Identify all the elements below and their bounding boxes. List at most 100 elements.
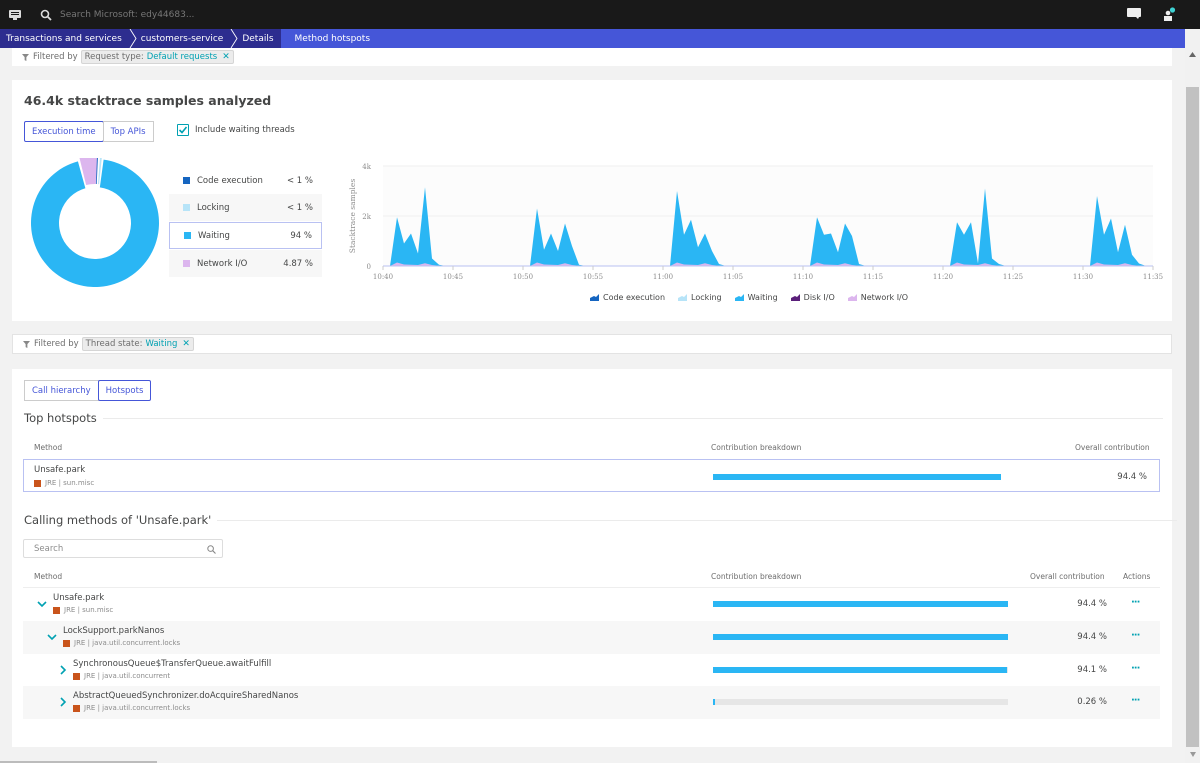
breadcrumb-item-service[interactable]: customers-service (135, 29, 238, 48)
legend-item-network-i-o[interactable]: Network I/O (847, 293, 908, 302)
filter-key: Thread state: (85, 339, 143, 349)
filter-icon (23, 340, 30, 348)
breakdown-label: Code execution (197, 175, 263, 186)
chevron-down-icon[interactable] (47, 632, 57, 642)
overall-contribution: 0.26 % (1077, 697, 1107, 707)
breadcrumb-item-method-hotspots: Method hotspots (280, 29, 1185, 48)
scrollbar-thumb[interactable] (1186, 87, 1199, 747)
col-overall: Overall contribution (1075, 443, 1150, 452)
x-tick-label: 11:35 (1143, 273, 1163, 281)
scroll-down-icon[interactable] (1190, 752, 1196, 757)
breadcrumb: Transactions and services customers-serv… (0, 29, 1185, 48)
legend-label: Code execution (603, 293, 666, 302)
include-waiting-checkbox[interactable] (177, 124, 189, 136)
calling-methods-search[interactable] (23, 539, 223, 558)
col-method: Method (34, 443, 63, 452)
row-actions-menu[interactable]: ··· (1131, 695, 1140, 706)
filter-key: Request type: (84, 52, 144, 62)
breakdown-row-code-execution[interactable]: Code execution < 1 % (169, 167, 322, 194)
method-package: JRE | sun.misc (45, 479, 95, 487)
contribution-bar (713, 601, 1008, 607)
method-name: Unsafe.park (34, 465, 86, 475)
col-method: Method (34, 572, 63, 581)
menu-icon[interactable] (9, 9, 21, 20)
calling-row[interactable]: LockSupport.parkNanos JRE | java.util.co… (23, 621, 1160, 654)
col-breakdown: Contribution breakdown (711, 572, 802, 581)
y-tick-label: 2k (362, 213, 371, 221)
breakdown-row-waiting[interactable]: Waiting 94 % (169, 222, 322, 249)
x-tick-label: 11:00 (653, 273, 673, 281)
breakdown-pct: 94 % (290, 230, 312, 241)
tab-call-hierarchy[interactable]: Call hierarchy (24, 380, 99, 401)
filter-value: Default requests (146, 52, 218, 62)
top-hotspot-row[interactable]: Unsafe.park JRE | sun.misc 94.4 % (23, 459, 1160, 492)
breakdown-row-network-io[interactable]: Network I/O 4.87 % (169, 250, 322, 277)
contribution-bar (713, 474, 1001, 480)
scroll-up-icon[interactable] (1189, 52, 1196, 57)
top-bar: Search Microsoft: edy44683... (0, 0, 1200, 29)
filter-prefix: Filtered by (34, 339, 79, 349)
filter-chip-request-type[interactable]: Request type: Default requests ✕ (80, 50, 234, 64)
divider (102, 417, 1163, 419)
breakdown-pct: < 1 % (286, 202, 313, 213)
method-name: Unsafe.park (53, 593, 105, 603)
row-actions-menu[interactable]: ··· (1131, 597, 1140, 608)
x-tick-label: 11:30 (1073, 273, 1093, 281)
filter-chip-thread-state[interactable]: Thread state: Waiting ✕ (81, 337, 194, 351)
method-package: JRE | java.util.concurrent (84, 672, 171, 680)
legend-swatch (183, 204, 190, 211)
section-title-text: Top hotspots (24, 411, 97, 425)
contribution-bar-fill (713, 634, 1008, 640)
breadcrumb-item-details[interactable]: Details (236, 29, 289, 48)
method-name: LockSupport.parkNanos (63, 626, 165, 636)
x-tick-label: 10:55 (583, 273, 603, 281)
area-legend-icon (734, 294, 744, 301)
search-icon (207, 545, 216, 554)
chevron-down-icon[interactable] (37, 599, 47, 609)
breakdown-pct: < 1 % (286, 175, 313, 186)
filter-prefix: Filtered by (33, 52, 78, 62)
global-search-input[interactable]: Search Microsoft: edy44683... (60, 10, 194, 20)
breakdown-pct: 4.87 % (283, 258, 313, 269)
breakdown-row-locking[interactable]: Locking < 1 % (169, 194, 322, 221)
calling-row[interactable]: AbstractQueuedSynchronizer.doAcquireShar… (23, 686, 1160, 719)
x-tick-label: 10:50 (513, 273, 533, 281)
include-waiting-label: Include waiting threads (195, 125, 295, 135)
toggle-execution-time[interactable]: Execution time (24, 121, 104, 142)
chevron-right-icon[interactable] (58, 697, 68, 707)
overall-contribution: 94.4 % (1117, 472, 1147, 482)
legend-item-disk-i-o[interactable]: Disk I/O (790, 293, 835, 302)
search-icon[interactable] (40, 9, 52, 21)
method-package: JRE | sun.misc (64, 606, 114, 614)
col-overall: Overall contribution (1030, 572, 1105, 581)
legend-item-locking[interactable]: Locking (678, 293, 722, 302)
calling-row[interactable]: SynchronousQueue$TransferQueue.awaitFulf… (23, 654, 1160, 687)
legend-item-waiting[interactable]: Waiting (734, 293, 778, 302)
row-actions-menu[interactable]: ··· (1131, 630, 1140, 641)
breadcrumb-item-transactions[interactable]: Transactions and services (0, 29, 137, 48)
include-waiting-threads[interactable]: Include waiting threads (177, 124, 295, 136)
x-tick-label: 11:05 (723, 273, 743, 281)
top-hotspots-title: Top hotspots (24, 411, 1163, 425)
tab-hotspots[interactable]: Hotspots (97, 380, 152, 401)
filter-icon (22, 53, 29, 61)
search-input[interactable] (34, 543, 194, 554)
chevron-right-icon[interactable] (58, 665, 68, 675)
chat-icon[interactable] (1127, 8, 1141, 23)
legend-item-code-execution[interactable]: Code execution (590, 293, 665, 302)
section-title-text: Calling methods of 'Unsafe.park' (24, 513, 212, 527)
calling-row[interactable]: Unsafe.park JRE | sun.misc 94.4 % ··· (23, 588, 1160, 621)
method-package: JRE | java.util.concurrent.locks (74, 639, 181, 647)
breadcrumb-label: Transactions and services (6, 33, 122, 44)
remove-filter-icon[interactable]: ✕ (182, 339, 190, 349)
view-toggle: Execution time Top APIs (24, 121, 154, 142)
y-tick-label: 0 (367, 263, 371, 271)
toggle-top-apis[interactable]: Top APIs (102, 121, 154, 142)
hotspot-view-tabs: Call hierarchy Hotspots (24, 380, 152, 401)
row-actions-menu[interactable]: ··· (1131, 663, 1140, 674)
user-icon[interactable] (1163, 7, 1176, 24)
x-tick-label: 11:25 (1003, 273, 1023, 281)
breakdown-label: Waiting (198, 230, 230, 241)
remove-filter-icon[interactable]: ✕ (222, 52, 230, 62)
contribution-bar (713, 699, 1008, 705)
